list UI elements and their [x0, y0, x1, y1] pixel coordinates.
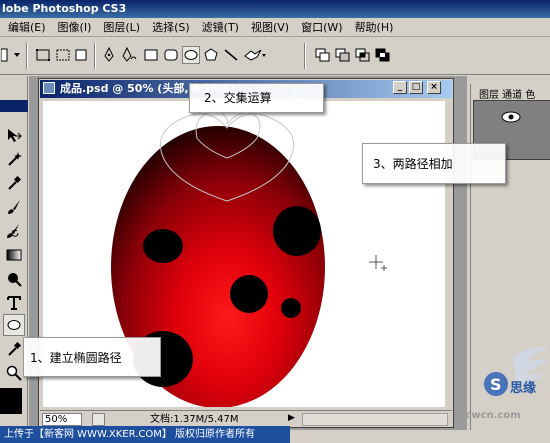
- callout-add-paths: 3、两路径相加: [362, 143, 506, 184]
- callout-create-ellipse: 1、建立椭圆路径: [23, 337, 161, 377]
- burn-tool-icon[interactable]: [3, 268, 25, 290]
- callout-add-paths-text: 3、两路径相加: [373, 157, 453, 171]
- callout-intersect: 2、交集运算: [189, 83, 324, 113]
- intersect-path-area-icon[interactable]: [354, 46, 372, 64]
- exclude-path-area-icon[interactable]: [374, 46, 392, 64]
- ladybug-spot: [143, 229, 183, 263]
- eyedropper-tool-icon[interactable]: [3, 338, 25, 360]
- magic-wand-icon[interactable]: [3, 148, 25, 170]
- rectangle-path-icon[interactable]: [54, 46, 72, 64]
- tool-preset-picker[interactable]: [0, 46, 10, 64]
- type-tool-icon[interactable]: [3, 292, 25, 314]
- visibility-eye-icon[interactable]: [501, 111, 521, 123]
- brush-icon[interactable]: [3, 196, 25, 218]
- app-title: lobe Photoshop CS3: [2, 2, 127, 15]
- custom-shape-icon[interactable]: [242, 46, 268, 64]
- document-status-bar: 50% 文档:1.37M/5.47M ▶: [40, 410, 452, 427]
- foreground-color-swatch[interactable]: [0, 388, 22, 414]
- menu-filter[interactable]: 滤镜(T): [196, 18, 245, 37]
- shape-layers-icon[interactable]: [34, 46, 52, 64]
- app-title-bar: lobe Photoshop CS3: [0, 0, 550, 18]
- ladybug-spot: [230, 275, 268, 313]
- menu-window[interactable]: 窗口(W): [295, 18, 348, 37]
- watermark-url: jcwcn.com: [462, 410, 521, 421]
- menu-select[interactable]: 选择(S): [146, 18, 196, 37]
- zoom-tool-icon[interactable]: [3, 362, 25, 384]
- menu-bar: 编辑(E) 图像(I) 图层(L) 选择(S) 滤镜(T) 视图(V) 窗口(W…: [0, 18, 550, 37]
- menu-help[interactable]: 帮助(H): [349, 18, 400, 37]
- maximize-button[interactable]: □: [409, 81, 423, 94]
- callout-intersect-text: 2、交集运算: [204, 91, 272, 105]
- crosshair-cursor-icon: [369, 255, 387, 271]
- freeform-pen-icon[interactable]: [120, 46, 138, 64]
- footer-banner: 上传于【新客网 WWW.XKER.COM】 版权归原作者所有: [0, 426, 290, 443]
- document-icon: [43, 82, 55, 94]
- callout-create-ellipse-text: 1、建立椭圆路径: [30, 351, 122, 365]
- menu-image[interactable]: 图像(I): [52, 18, 98, 37]
- move-tool-icon[interactable]: [3, 124, 25, 146]
- menu-layer[interactable]: 图层(L): [97, 18, 146, 37]
- gradient-tool-icon[interactable]: [3, 244, 25, 266]
- status-menu-icon[interactable]: [92, 413, 105, 426]
- history-brush-icon[interactable]: [3, 220, 25, 242]
- subtract-path-area-icon[interactable]: [334, 46, 352, 64]
- horizontal-scrollbar[interactable]: [302, 413, 448, 426]
- options-separator: [304, 43, 306, 69]
- eyedropper-icon[interactable]: [3, 172, 25, 194]
- ellipse-icon[interactable]: [182, 46, 200, 64]
- ellipse-tool-icon[interactable]: [3, 314, 25, 336]
- svg-text:S: S: [490, 375, 502, 394]
- chevron-down-icon[interactable]: [12, 46, 22, 64]
- toolbox-header: [0, 100, 28, 112]
- document-size-info: 文档:1.37M/5.47M: [150, 414, 239, 425]
- add-to-path-area-icon[interactable]: [314, 46, 332, 64]
- rounded-rectangle-icon[interactable]: [162, 46, 180, 64]
- polygon-icon[interactable]: [202, 46, 220, 64]
- status-arrow-icon[interactable]: ▶: [288, 413, 295, 423]
- zoom-level-field[interactable]: 50%: [42, 413, 82, 426]
- palette-tabs[interactable]: 图层 通道 色: [479, 86, 535, 101]
- fill-pixels-icon[interactable]: [72, 46, 90, 64]
- options-separator: [26, 43, 28, 69]
- options-separator: [94, 43, 96, 69]
- footer-text: 上传于【新客网 WWW.XKER.COM】 版权归原作者所有: [4, 429, 256, 440]
- menu-edit[interactable]: 编辑(E): [0, 18, 52, 37]
- minimize-button[interactable]: _: [393, 81, 407, 94]
- pen-icon[interactable]: [100, 46, 118, 64]
- svg-text:思缘: 思缘: [510, 380, 536, 396]
- rectangle-icon[interactable]: [142, 46, 160, 64]
- menu-view[interactable]: 视图(V): [245, 18, 295, 37]
- line-icon[interactable]: [222, 46, 240, 64]
- ladybug-spot: [273, 206, 321, 256]
- tool-options-bar: [0, 37, 550, 75]
- close-button[interactable]: ×: [427, 81, 441, 94]
- ladybug-spot: [281, 298, 301, 318]
